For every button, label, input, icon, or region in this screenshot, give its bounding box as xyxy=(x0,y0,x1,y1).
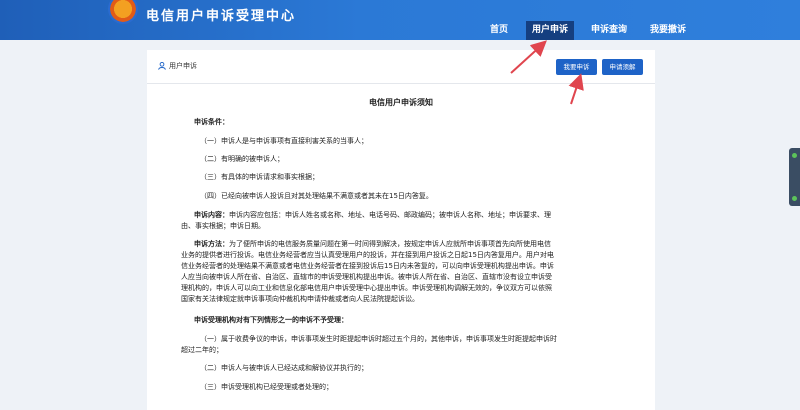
notice-line: 由、事实根据；申诉日期。 xyxy=(181,222,265,230)
panel-title: 用户申诉 xyxy=(169,62,197,70)
notice-line: 申诉内容：申诉内容应包括：申诉人姓名或名称、地址、电话号码、邮政编码；被申诉人名… xyxy=(194,211,551,219)
panel-header: 用户申诉 我要申诉 申请须解 xyxy=(147,50,655,84)
notice-line: （二）有明确的被申诉人； xyxy=(200,155,284,163)
status-dot-icon xyxy=(792,196,797,201)
nav-user-complaint[interactable]: 用户申诉 xyxy=(526,21,574,40)
logo-icon xyxy=(108,0,138,24)
notice-line: 信业务经营者的处理结果不满意或者电信业务经营者在接到投诉后15日内未答复的，可以… xyxy=(181,262,554,270)
notice-line: （三）申诉受理机构已经受理或者处理的； xyxy=(200,383,333,391)
notice-line: 人应当向被申诉人所在省、自治区、直辖市的申诉受理机构提出申诉。被申诉人所在省、自… xyxy=(181,273,552,281)
nav-complaint-query[interactable]: 申诉查询 xyxy=(585,21,633,40)
notice-line: 申诉受理机构对有下列情形之一的申诉不予受理： xyxy=(194,316,348,324)
notice-line: 申诉条件： xyxy=(194,118,229,126)
notice-line: 理机构的，申诉人可以向工业和信息化部电信用户申诉受理中心提出申诉。申诉受理机构调… xyxy=(181,284,552,292)
nav-withdraw[interactable]: 我要撤诉 xyxy=(642,21,694,40)
notice-line: 申诉方法：为了便所申诉的电信服务质量问题在第一时间得到解决，按规定申诉人应就所申… xyxy=(194,240,551,248)
notice-line: （三）有具体的申诉请求和事实根据； xyxy=(200,173,319,181)
complaint-panel: 用户申诉 我要申诉 申请须解 电信用户申诉须知 申诉条件： （一）申诉人是与申诉… xyxy=(147,50,655,410)
site-title: 电信用户申诉受理中心 xyxy=(146,9,297,24)
notice-line: 国家有关法律规定就申诉事项向仲裁机构申请仲裁或者向人民法院提起诉讼。 xyxy=(181,295,419,303)
notice-line: （一）属于收费争议的申诉，申诉事项发生时距提起申诉时超过五个月的，其他申诉，申诉… xyxy=(200,335,557,343)
guide-button[interactable]: 申请须解 xyxy=(602,59,643,75)
user-icon xyxy=(158,62,166,70)
notice-line: 超过二年的； xyxy=(181,346,223,354)
notice-line: （二）申诉人与被申诉人已经达成和解协议并执行的； xyxy=(200,364,368,372)
site-header: 电信用户申诉受理中心 首页 用户申诉 申诉查询 我要撤诉 xyxy=(0,0,800,40)
nav-home[interactable]: 首页 xyxy=(480,21,518,40)
status-dot-icon xyxy=(792,153,797,158)
notice-title: 电信用户申诉须知 xyxy=(369,98,433,107)
notice-line: （四）已经向被申诉人投诉且对其处理结果不满意或者其未在15日内答复。 xyxy=(200,192,433,200)
side-feedback-widget[interactable] xyxy=(789,148,800,206)
notice-line: （一）申诉人是与申诉事项有直接利害关系的当事人； xyxy=(200,137,368,145)
complain-button[interactable]: 我要申诉 xyxy=(556,59,597,75)
notice-line: 业务的提供者进行投诉。电信业务经营者应当认真受理用户的投诉，并在接到用户投诉之日… xyxy=(181,251,554,259)
